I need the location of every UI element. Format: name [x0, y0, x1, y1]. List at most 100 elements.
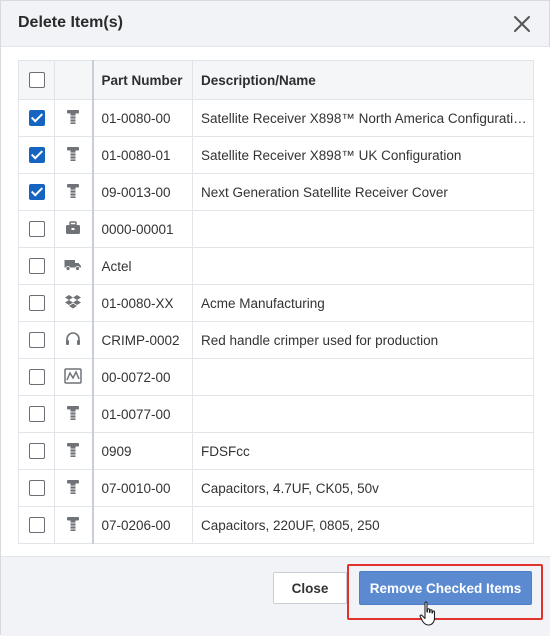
row-check-cell	[18, 395, 55, 433]
chart-image-icon	[64, 367, 82, 387]
row-checkbox[interactable]	[28, 295, 45, 312]
description-header[interactable]: Description/Name	[192, 60, 534, 100]
dialog-footer: Close Remove Checked Items	[1, 556, 550, 636]
row-checkbox[interactable]	[28, 517, 45, 534]
table-header-row: Part Number Description/Name	[18, 60, 534, 100]
table-row[interactable]: 07-0206-00 Capacitors, 220UF, 0805, 250	[18, 506, 534, 544]
row-checkbox[interactable]	[28, 332, 45, 349]
truck-icon	[64, 259, 82, 274]
row-icon-cell	[54, 432, 93, 470]
part-number-cell: 00-0072-00	[91, 358, 193, 396]
part-number-cell: 0909	[91, 432, 193, 470]
part-number-header[interactable]: Part Number	[91, 60, 193, 100]
part-number-cell: 0000-00001	[91, 210, 193, 248]
part-number-cell: Actel	[91, 247, 193, 285]
row-check-cell	[18, 173, 55, 211]
table-row[interactable]: 07-0010-00 Capacitors, 4.7UF, CK05, 50v	[18, 469, 534, 507]
row-check-cell	[18, 136, 55, 174]
row-icon-cell	[54, 321, 93, 359]
row-checkbox[interactable]	[28, 443, 45, 460]
items-table: Part Number Description/Name 01-0080-00 S…	[18, 60, 534, 544]
select-all-cell	[18, 60, 55, 100]
description-cell	[192, 210, 534, 248]
part-icon	[66, 109, 80, 128]
close-icon[interactable]	[511, 13, 533, 35]
headset-icon	[65, 331, 81, 350]
part-icon	[66, 479, 80, 498]
table-row[interactable]: CRIMP-0002 Red handle crimper used for pr…	[18, 321, 534, 359]
row-icon-cell	[54, 358, 93, 396]
row-check-cell	[18, 284, 55, 322]
table-row[interactable]: 01-0080-XX Acme Manufacturing	[18, 284, 534, 322]
part-number-cell: 07-0010-00	[91, 469, 193, 507]
row-check-cell	[18, 469, 55, 507]
row-checkbox[interactable]	[28, 406, 45, 423]
icon-column-header	[54, 60, 93, 100]
table-row[interactable]: 0000-00001	[18, 210, 534, 248]
part-number-cell: 01-0077-00	[91, 395, 193, 433]
part-icon	[66, 183, 80, 202]
description-cell: Capacitors, 4.7UF, CK05, 50v	[192, 469, 534, 507]
part-number-cell: 07-0206-00	[91, 506, 193, 544]
row-icon-cell	[54, 395, 93, 433]
row-checkbox[interactable]	[28, 147, 45, 164]
description-cell: Capacitors, 220UF, 0805, 250	[192, 506, 534, 544]
description-cell: Acme Manufacturing	[192, 284, 534, 322]
part-icon	[66, 146, 80, 165]
description-cell: Satellite Receiver X898™ North America C…	[192, 99, 534, 137]
row-check-cell	[18, 210, 55, 248]
description-cell: Satellite Receiver X898™ UK Configuratio…	[192, 136, 534, 174]
row-checkbox[interactable]	[28, 258, 45, 275]
description-cell: Next Generation Satellite Receiver Cover	[192, 173, 534, 211]
dialog-body: Part Number Description/Name 01-0080-00 S…	[1, 47, 550, 556]
row-check-cell	[18, 99, 55, 137]
row-check-cell	[18, 321, 55, 359]
part-icon	[66, 405, 80, 424]
row-check-cell	[18, 247, 55, 285]
row-check-cell	[18, 358, 55, 396]
dropbox-icon	[65, 294, 82, 312]
row-icon-cell	[54, 506, 93, 544]
table-row[interactable]: 01-0080-00 Satellite Receiver X898™ North…	[18, 99, 534, 137]
row-icon-cell	[54, 284, 93, 322]
description-cell	[192, 247, 534, 285]
table-row[interactable]: 01-0080-01 Satellite Receiver X898™ UK Co…	[18, 136, 534, 174]
table-row[interactable]: 00-0072-00	[18, 358, 534, 396]
description-cell	[192, 358, 534, 396]
row-check-cell	[18, 432, 55, 470]
toolbox-icon	[65, 220, 81, 238]
row-checkbox[interactable]	[28, 110, 45, 127]
delete-items-dialog: Delete Item(s) Part Number Description/N…	[0, 0, 550, 636]
table-row[interactable]: 0909 FDSFcc	[18, 432, 534, 470]
row-checkbox[interactable]	[28, 369, 45, 386]
table-row[interactable]: 01-0077-00	[18, 395, 534, 433]
description-cell: FDSFcc	[192, 432, 534, 470]
row-check-cell	[18, 506, 55, 544]
row-icon-cell	[54, 99, 93, 137]
table-row[interactable]: 09-0013-00 Next Generation Satellite Rece…	[18, 173, 534, 211]
row-checkbox[interactable]	[28, 480, 45, 497]
row-icon-cell	[54, 210, 93, 248]
dialog-title: Delete Item(s)	[18, 14, 123, 31]
part-number-cell: 01-0080-00	[91, 99, 193, 137]
description-cell: Red handle crimper used for production	[192, 321, 534, 359]
dialog-header: Delete Item(s)	[1, 1, 549, 47]
part-number-cell: 01-0080-01	[91, 136, 193, 174]
part-number-cell: 09-0013-00	[91, 173, 193, 211]
part-number-cell: CRIMP-0002	[91, 321, 193, 359]
row-icon-cell	[54, 247, 93, 285]
part-number-cell: 01-0080-XX	[91, 284, 193, 322]
row-icon-cell	[54, 136, 93, 174]
part-icon	[66, 442, 80, 461]
row-checkbox[interactable]	[28, 184, 45, 201]
table-row[interactable]: Actel	[18, 247, 534, 285]
row-icon-cell	[54, 173, 93, 211]
row-icon-cell	[54, 469, 93, 507]
close-button[interactable]: Close	[273, 572, 347, 604]
remove-checked-items-button[interactable]: Remove Checked Items	[359, 571, 532, 605]
select-all-checkbox[interactable]	[28, 72, 45, 89]
row-checkbox[interactable]	[28, 221, 45, 238]
description-cell	[192, 395, 534, 433]
part-icon	[66, 516, 80, 535]
hand-pointer-cursor-icon	[419, 601, 436, 626]
